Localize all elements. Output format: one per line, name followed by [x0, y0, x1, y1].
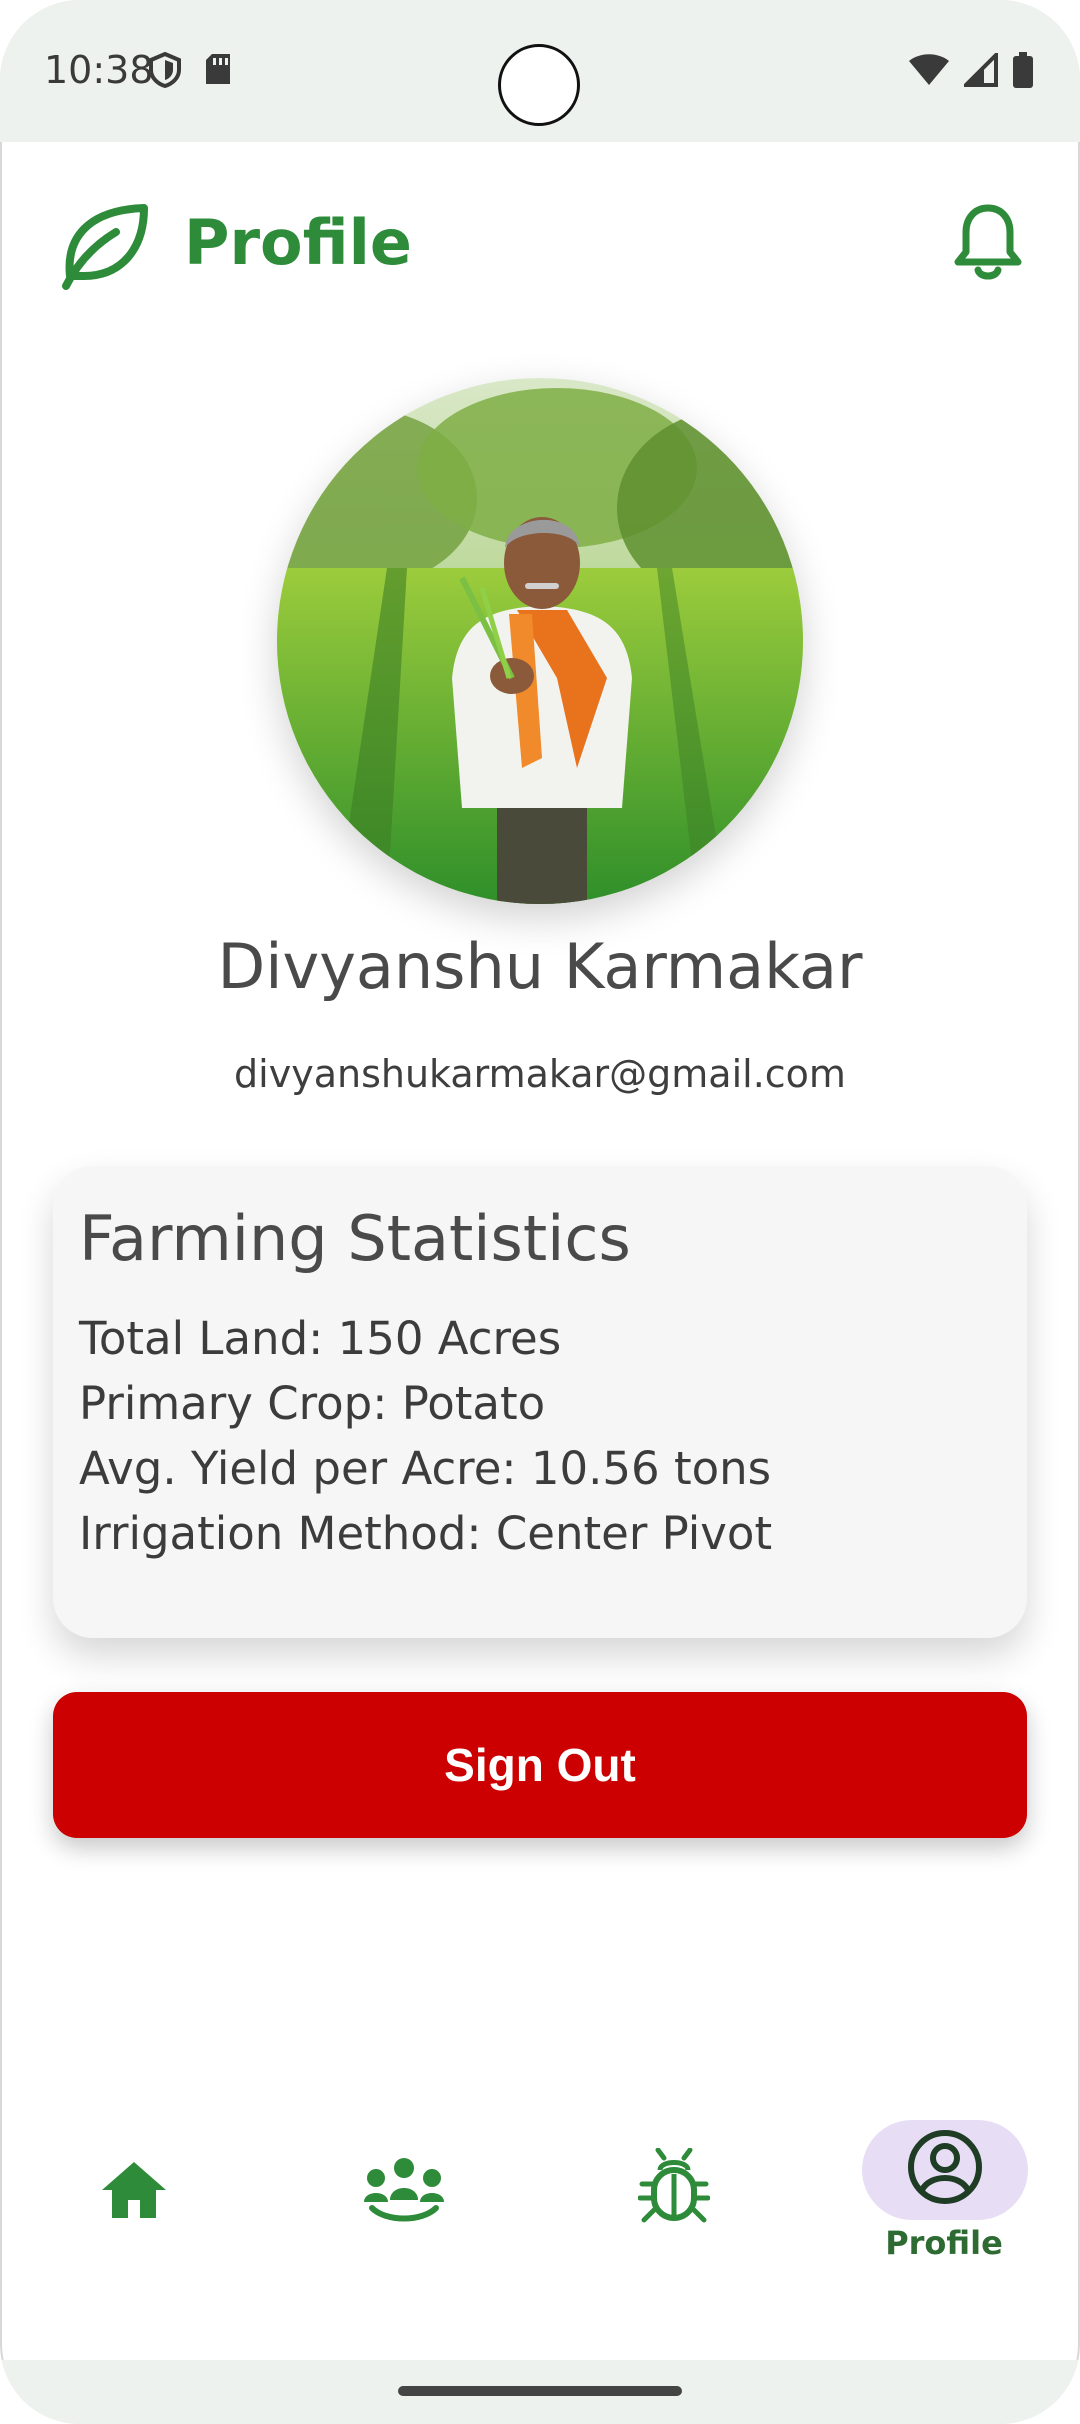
sd-card-icon — [206, 54, 230, 84]
stat-primary-crop: Primary Crop: Potato — [79, 1377, 546, 1431]
bottom-navigation: Profile — [0, 2090, 1080, 2360]
profile-photo — [277, 378, 803, 904]
status-left-icons — [148, 52, 232, 88]
phone-screen: 10:38 Profile Divyanshu Karmakar divyans… — [0, 0, 1080, 2424]
app-header: Profile — [0, 142, 1080, 342]
status-time: 10:38 — [44, 48, 154, 92]
wifi-icon — [909, 54, 949, 85]
user-email: divyanshukarmakar@gmail.com — [234, 1052, 846, 1096]
nav-item-pest-detection[interactable] — [574, 2090, 774, 2290]
status-bar: 10:38 — [0, 0, 1080, 142]
leaf-icon — [62, 204, 148, 290]
nav-item-home[interactable] — [34, 2090, 234, 2290]
nav-item-community[interactable] — [304, 2090, 504, 2290]
community-icon — [364, 2158, 444, 2222]
bug-icon — [638, 2148, 710, 2223]
shield-icon — [149, 52, 181, 88]
signal-icon — [964, 53, 998, 87]
stats-title: Farming Statistics — [79, 1202, 631, 1275]
status-right-icons — [908, 52, 1034, 88]
sign-out-button[interactable]: Sign Out — [53, 1692, 1027, 1838]
stat-total-land: Total Land: 150 Acres — [79, 1312, 562, 1366]
stat-irrigation: Irrigation Method: Center Pivot — [79, 1507, 773, 1561]
farming-stats-card: Farming Statistics Total Land: 150 Acres… — [53, 1166, 1027, 1638]
home-icon — [102, 2162, 166, 2218]
front-camera — [498, 44, 580, 126]
battery-icon — [1013, 52, 1033, 88]
home-gesture-handle[interactable] — [398, 2386, 682, 2396]
profile-icon[interactable] — [906, 2128, 984, 2206]
avatar — [277, 378, 803, 904]
user-name: Divyanshu Karmakar — [217, 930, 863, 1003]
stat-avg-yield: Avg. Yield per Acre: 10.56 tons — [79, 1442, 772, 1496]
page-title: Profile — [184, 206, 412, 279]
bell-icon[interactable] — [946, 200, 1030, 284]
nav-label-profile[interactable]: Profile — [844, 2224, 1044, 2262]
